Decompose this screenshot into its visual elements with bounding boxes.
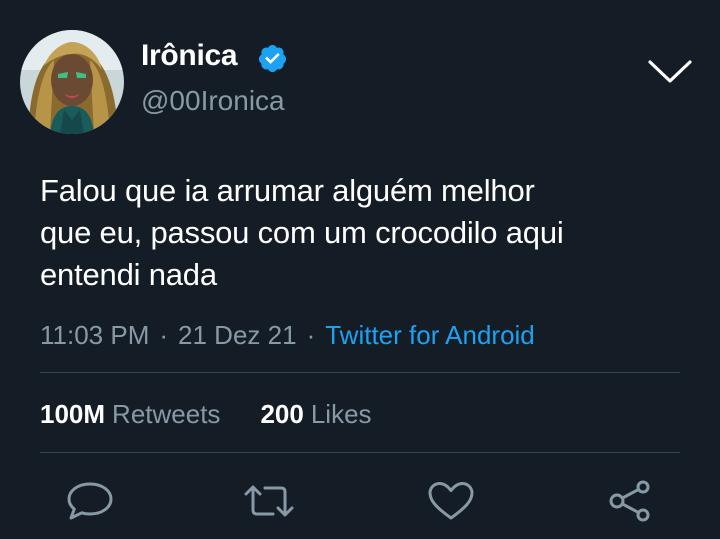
- avatar[interactable]: [20, 30, 124, 134]
- retweets-count: 100M: [40, 399, 106, 429]
- tweet-text-line: entendi nada: [40, 257, 217, 292]
- likes-stat[interactable]: 200 Likes: [260, 399, 371, 429]
- tweet-stats: 100M Retweets 200 Likes: [40, 397, 372, 431]
- tweet-card: Irônica @00Ironica Falou que ia arrumar …: [0, 0, 720, 539]
- tweet-text: Falou que ia arrumar alguém melhor que e…: [40, 170, 700, 296]
- retweets-stat[interactable]: 100M Retweets: [40, 399, 220, 429]
- chevron-down-icon[interactable]: [645, 54, 695, 88]
- tweet-time[interactable]: 11:03 PM: [40, 320, 149, 350]
- tweet-text-line: Falou que ia arrumar alguém melhor: [40, 173, 535, 208]
- retweets-label: Retweets: [112, 399, 221, 429]
- profile-photo-icon: [20, 30, 124, 134]
- tweet-source-link[interactable]: Twitter for Android: [325, 320, 535, 350]
- tweet-date[interactable]: 21 Dez 21: [178, 320, 297, 350]
- share-icon[interactable]: [604, 478, 656, 524]
- reply-icon[interactable]: [64, 478, 116, 524]
- divider: [40, 452, 680, 453]
- user-handle[interactable]: @00Ironica: [141, 84, 285, 118]
- verified-badge-icon: [257, 43, 288, 74]
- divider: [40, 372, 680, 373]
- like-icon[interactable]: [425, 478, 477, 524]
- tweet-meta: 11:03 PM · 21 Dez 21 · Twitter for Android: [40, 318, 535, 352]
- tweet-text-line: que eu, passou com um crocodilo aqui: [40, 215, 564, 250]
- likes-label: Likes: [310, 399, 372, 429]
- retweet-icon[interactable]: [243, 478, 295, 524]
- separator-dot: ·: [159, 320, 169, 350]
- separator-dot: ·: [306, 320, 316, 350]
- display-name[interactable]: Irônica: [141, 38, 238, 74]
- likes-count: 200: [260, 399, 304, 429]
